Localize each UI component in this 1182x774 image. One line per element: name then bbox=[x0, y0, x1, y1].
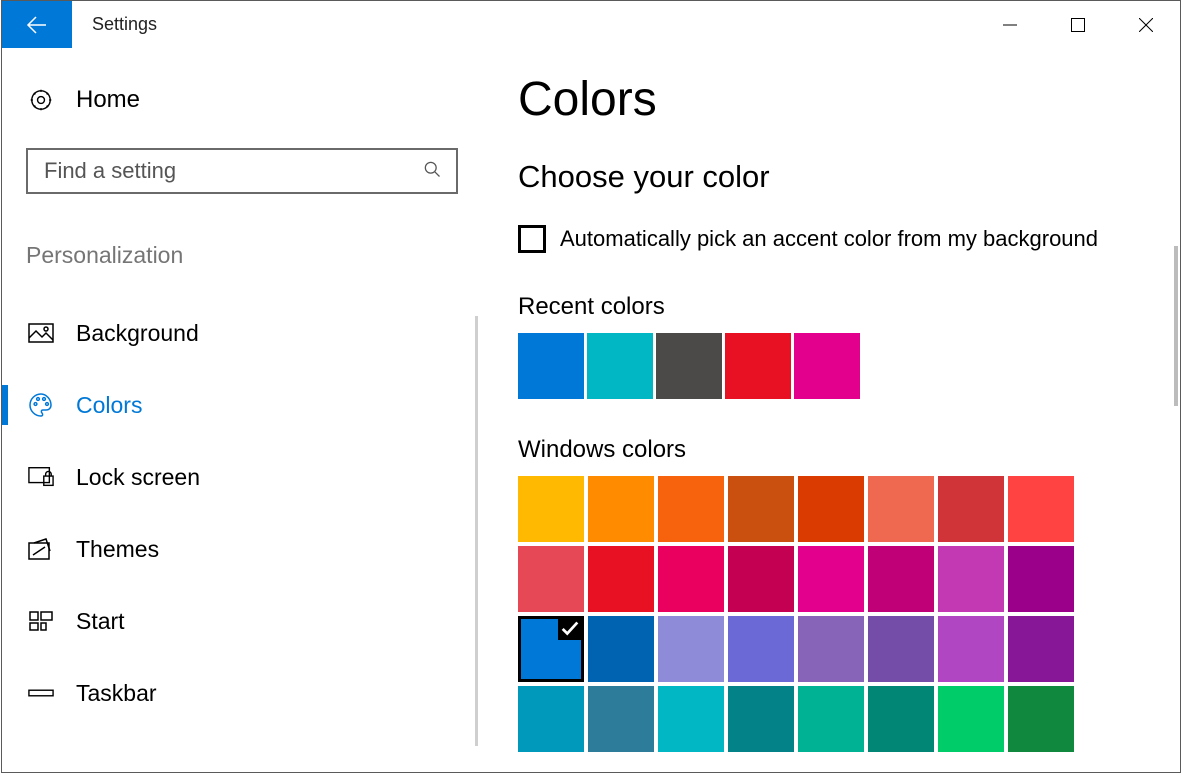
checkbox-icon bbox=[518, 225, 546, 253]
sidebar-item-lock-screen[interactable]: Lock screen bbox=[26, 441, 482, 513]
themes-icon bbox=[28, 536, 54, 562]
auto-accent-label: Automatically pick an accent color from … bbox=[560, 226, 1098, 252]
sidebar-scrollbar[interactable] bbox=[475, 316, 478, 746]
windows-color-swatch[interactable] bbox=[1008, 616, 1074, 682]
windows-color-swatch[interactable] bbox=[938, 616, 1004, 682]
search-input[interactable] bbox=[42, 157, 422, 185]
windows-color-swatch[interactable] bbox=[798, 686, 864, 752]
window-controls bbox=[976, 1, 1180, 48]
sidebar-home[interactable]: Home bbox=[26, 86, 482, 114]
windows-color-swatch[interactable] bbox=[588, 476, 654, 542]
sidebar-item-colors[interactable]: Colors bbox=[26, 369, 482, 441]
window-title: Settings bbox=[72, 1, 157, 48]
gear-icon bbox=[28, 87, 54, 113]
windows-color-swatch[interactable] bbox=[1008, 686, 1074, 752]
close-icon bbox=[1139, 18, 1153, 32]
page-title: Colors bbox=[518, 72, 1180, 127]
sidebar-item-label: Colors bbox=[76, 392, 142, 419]
titlebar: Settings bbox=[2, 1, 1180, 48]
windows-color-swatch[interactable] bbox=[588, 686, 654, 752]
windows-color-swatch[interactable] bbox=[518, 546, 584, 612]
search-box[interactable] bbox=[26, 148, 458, 194]
recent-color-swatch[interactable] bbox=[656, 333, 722, 399]
windows-color-swatch[interactable] bbox=[938, 476, 1004, 542]
windows-color-swatch[interactable] bbox=[518, 686, 584, 752]
checkmark-icon bbox=[559, 617, 581, 639]
search-icon bbox=[422, 159, 442, 184]
windows-color-swatch[interactable] bbox=[658, 476, 724, 542]
windows-color-swatch[interactable] bbox=[1008, 476, 1074, 542]
windows-color-swatch[interactable] bbox=[868, 546, 934, 612]
recent-colors-row bbox=[518, 333, 1078, 402]
recent-color-swatch[interactable] bbox=[518, 333, 584, 399]
minimize-icon bbox=[1003, 18, 1017, 32]
sidebar-item-label: Taskbar bbox=[76, 680, 157, 707]
windows-color-swatch[interactable] bbox=[1008, 546, 1074, 612]
windows-color-swatch[interactable] bbox=[588, 546, 654, 612]
lock-screen-icon bbox=[28, 464, 54, 490]
recent-color-swatch[interactable] bbox=[587, 333, 653, 399]
windows-color-swatch[interactable] bbox=[938, 546, 1004, 612]
windows-color-swatch[interactable] bbox=[518, 476, 584, 542]
windows-color-swatch[interactable] bbox=[658, 616, 724, 682]
windows-color-swatch[interactable] bbox=[728, 686, 794, 752]
minimize-button[interactable] bbox=[976, 1, 1044, 48]
recent-colors-heading: Recent colors bbox=[518, 293, 1180, 321]
sidebar-item-label: Background bbox=[76, 320, 199, 347]
windows-color-swatch[interactable] bbox=[728, 476, 794, 542]
windows-color-swatch[interactable] bbox=[798, 546, 864, 612]
windows-color-swatch[interactable] bbox=[798, 476, 864, 542]
windows-color-swatch[interactable] bbox=[938, 686, 1004, 752]
back-arrow-icon bbox=[25, 13, 49, 37]
content-pane: Colors Choose your color Automatically p… bbox=[482, 48, 1180, 772]
windows-colors-heading: Windows colors bbox=[518, 436, 1180, 464]
windows-color-swatch[interactable] bbox=[868, 686, 934, 752]
windows-color-swatch[interactable] bbox=[728, 616, 794, 682]
sidebar-item-background[interactable]: Background bbox=[26, 297, 482, 369]
choose-color-heading: Choose your color bbox=[518, 159, 1180, 195]
taskbar-icon bbox=[28, 680, 54, 706]
back-button[interactable] bbox=[2, 1, 72, 48]
windows-color-swatch[interactable] bbox=[868, 476, 934, 542]
close-button[interactable] bbox=[1112, 1, 1180, 48]
sidebar-item-label: Start bbox=[76, 608, 125, 635]
maximize-icon bbox=[1071, 18, 1085, 32]
recent-color-swatch[interactable] bbox=[725, 333, 791, 399]
windows-color-swatch[interactable] bbox=[798, 616, 864, 682]
sidebar-item-label: Themes bbox=[76, 536, 159, 563]
windows-color-swatch[interactable] bbox=[658, 546, 724, 612]
windows-colors-grid bbox=[518, 476, 1180, 752]
sidebar: Home Personalization Background Colors Loc… bbox=[2, 48, 482, 772]
sidebar-item-label: Lock screen bbox=[76, 464, 200, 491]
recent-color-swatch[interactable] bbox=[794, 333, 860, 399]
sidebar-section-label: Personalization bbox=[26, 242, 482, 269]
start-icon bbox=[28, 608, 54, 634]
sidebar-item-start[interactable]: Start bbox=[26, 585, 482, 657]
content-scrollbar[interactable] bbox=[1174, 246, 1178, 406]
windows-color-swatch[interactable] bbox=[588, 616, 654, 682]
windows-color-swatch[interactable] bbox=[658, 686, 724, 752]
auto-accent-checkbox[interactable]: Automatically pick an accent color from … bbox=[518, 225, 1180, 253]
sidebar-item-taskbar[interactable]: Taskbar bbox=[26, 657, 482, 729]
maximize-button[interactable] bbox=[1044, 1, 1112, 48]
windows-color-swatch[interactable] bbox=[518, 616, 584, 682]
windows-color-swatch[interactable] bbox=[728, 546, 794, 612]
sidebar-item-themes[interactable]: Themes bbox=[26, 513, 482, 585]
picture-icon bbox=[28, 320, 54, 346]
sidebar-home-label: Home bbox=[76, 86, 140, 114]
windows-color-swatch[interactable] bbox=[868, 616, 934, 682]
palette-icon bbox=[28, 392, 54, 418]
